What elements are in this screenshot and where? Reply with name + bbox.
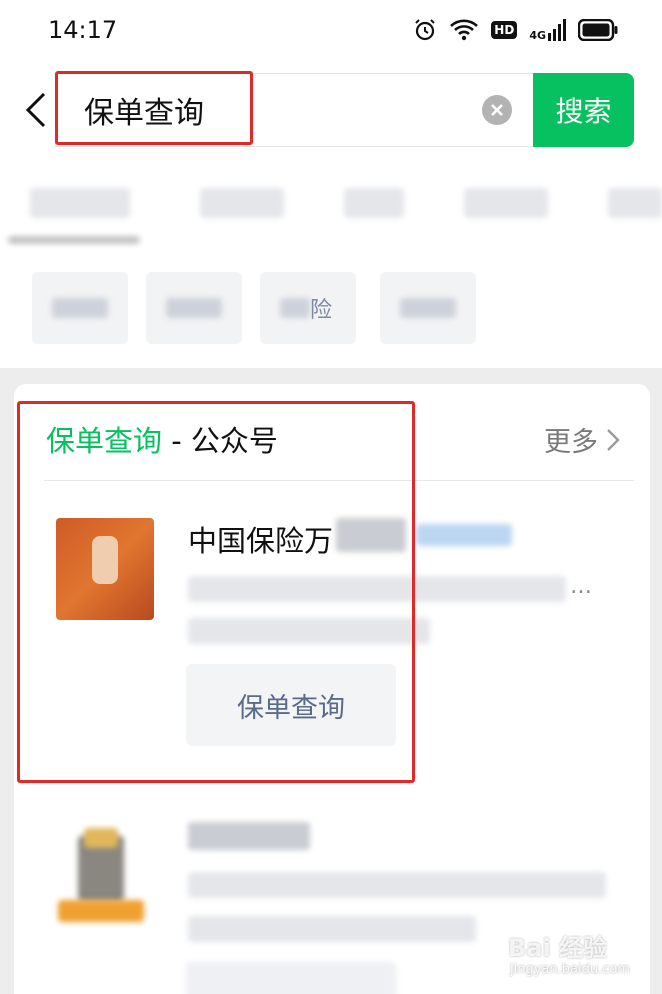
search-input[interactable]	[84, 90, 464, 130]
search-box	[55, 73, 535, 147]
card-title-separator: -	[162, 424, 191, 458]
list-item[interactable]: 中国保险万 … 保单查询	[14, 484, 650, 784]
hd-icon: HD	[491, 21, 518, 39]
service-button[interactable]: 保单查询	[186, 664, 396, 746]
account-description-blurred	[188, 576, 566, 602]
account-avatar	[56, 518, 154, 620]
filter-tab[interactable]	[464, 188, 548, 218]
status-time: 14:17	[48, 16, 118, 44]
search-button[interactable]: 搜索	[533, 73, 634, 147]
clear-button[interactable]	[482, 95, 512, 125]
official-account-results-card: 保单查询 - 公众号 更多 中国保险万 … 保单查询	[14, 384, 650, 994]
account-description-blurred	[188, 618, 430, 644]
back-button[interactable]	[22, 90, 50, 130]
account-name: 中国保险万	[188, 524, 334, 558]
network-type-label: 4G	[529, 29, 546, 42]
filter-tab[interactable]	[30, 188, 130, 218]
filter-chip[interactable]	[32, 272, 128, 344]
account-name-blurred	[336, 518, 406, 552]
description-ellipsis: …	[570, 574, 592, 599]
list-item[interactable]	[14, 794, 650, 994]
filter-chip-label: 险	[310, 298, 333, 323]
clear-icon	[491, 104, 503, 116]
account-name-blurred	[188, 822, 310, 850]
account-avatar	[52, 822, 152, 926]
battery-icon	[578, 19, 618, 41]
filter-chip[interactable]	[380, 272, 476, 344]
filter-tab[interactable]	[608, 188, 662, 218]
more-label: 更多	[544, 427, 598, 458]
account-description-blurred	[188, 916, 476, 942]
status-bar: 14:17 HD 4G	[0, 0, 662, 64]
more-link[interactable]: 更多	[544, 420, 620, 459]
chevron-left-icon	[25, 92, 46, 128]
filter-tab[interactable]	[200, 188, 284, 218]
card-title: 保单查询 - 公众号	[46, 418, 278, 460]
chevron-right-icon	[607, 428, 620, 451]
search-header: 搜索	[0, 64, 662, 164]
card-title-category: 公众号	[190, 424, 278, 458]
divider	[44, 480, 634, 481]
filter-chip[interactable]	[146, 272, 242, 344]
status-icons: HD 4G	[413, 18, 618, 42]
wifi-icon	[450, 19, 479, 41]
filter-tab[interactable]	[344, 188, 404, 218]
account-description-blurred	[188, 872, 606, 898]
verified-tag-blurred	[416, 524, 512, 546]
search-filters: 险	[0, 164, 662, 368]
card-title-keyword: 保单查询	[46, 424, 163, 458]
4g-signal-icon: 4G	[529, 19, 566, 41]
alarm-icon	[415, 19, 436, 41]
service-button-blurred[interactable]	[186, 962, 396, 994]
filter-chip[interactable]: 险	[260, 272, 356, 344]
filter-tab-indicator	[8, 236, 140, 244]
